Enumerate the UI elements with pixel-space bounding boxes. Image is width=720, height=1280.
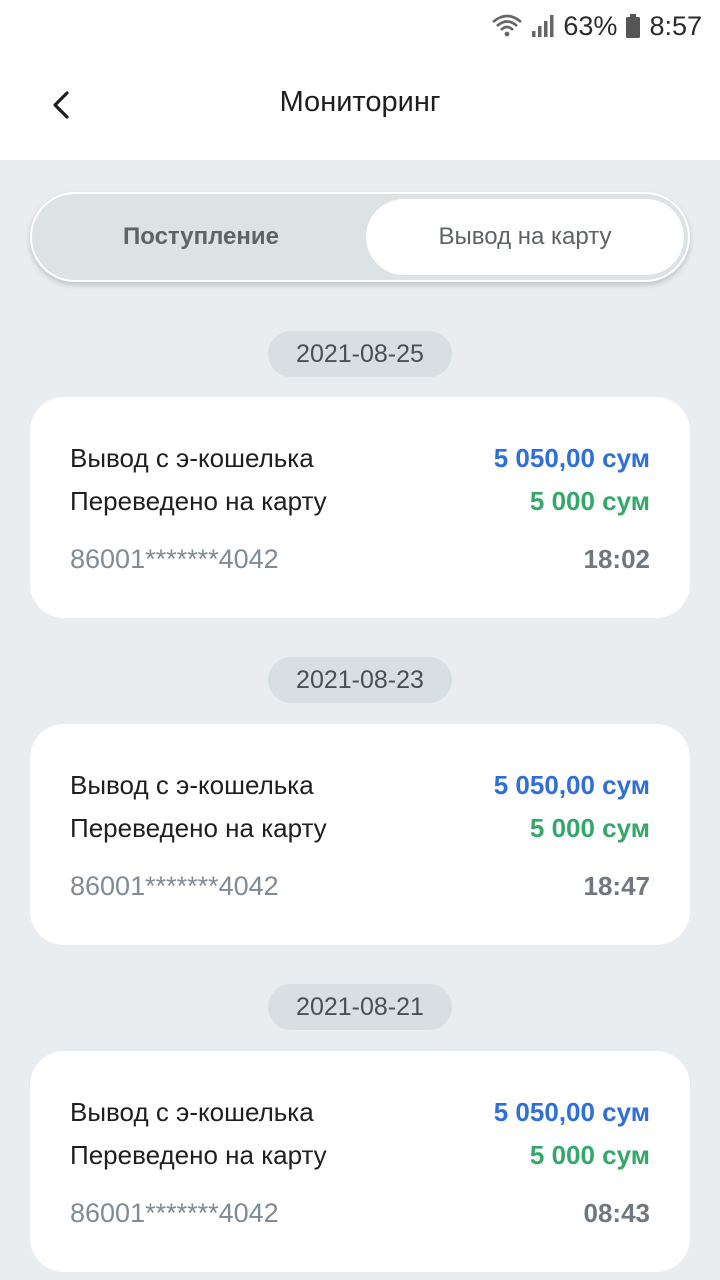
transaction-card[interactable]: Вывод с э-кошелька 5 050,00 сум Переведе… <box>30 724 690 945</box>
transaction-time: 08:43 <box>583 1198 651 1228</box>
tab-incoming[interactable]: Поступление <box>42 199 360 275</box>
page-title: Мониторинг <box>279 86 441 118</box>
card-number: 86001*******4042 <box>70 1198 279 1228</box>
transferred-amount: 5 000 сум <box>529 486 650 516</box>
transferred-amount: 5 000 сум <box>529 1140 650 1170</box>
transaction-card[interactable]: Вывод с э-кошелька 5 050,00 сум Переведе… <box>30 397 690 618</box>
transaction-card[interactable]: Вывод с э-кошелька 5 050,00 сум Переведе… <box>30 1051 690 1272</box>
transferred-amount: 5 000 сум <box>529 813 650 843</box>
withdraw-label: Вывод с э-кошелька <box>70 1097 314 1127</box>
card-number: 86001*******4042 <box>70 544 279 574</box>
transferred-label: Переведено на карту <box>70 486 327 516</box>
transferred-label: Переведено на карту <box>70 813 327 843</box>
transaction-time: 18:47 <box>583 871 651 901</box>
status-time: 8:57 <box>649 10 702 41</box>
withdraw-label: Вывод с э-кошелька <box>70 443 314 473</box>
tab-withdraw-to-card[interactable]: Вывод на карту <box>366 199 684 275</box>
transferred-label: Переведено на карту <box>70 1140 327 1170</box>
battery-icon <box>625 13 641 39</box>
date-badge: 2021-08-23 <box>268 657 452 703</box>
wifi-icon <box>491 13 523 39</box>
date-badge: 2021-08-21 <box>268 984 452 1030</box>
signal-icon <box>531 13 555 39</box>
card-number: 86001*******4042 <box>70 871 279 901</box>
app-header: Мониторинг <box>0 52 720 160</box>
segmented-control: Поступление Вывод на карту <box>30 192 690 282</box>
withdraw-label: Вывод с э-кошелька <box>70 770 314 800</box>
withdraw-amount: 5 050,00 сум <box>493 1097 650 1127</box>
battery-percent: 63% <box>563 10 618 41</box>
status-bar: 63% 8:57 <box>0 0 720 52</box>
transaction-time: 18:02 <box>583 544 651 574</box>
withdraw-amount: 5 050,00 сум <box>493 770 650 800</box>
withdraw-amount: 5 050,00 сум <box>493 443 650 473</box>
date-badge: 2021-08-25 <box>268 331 452 377</box>
